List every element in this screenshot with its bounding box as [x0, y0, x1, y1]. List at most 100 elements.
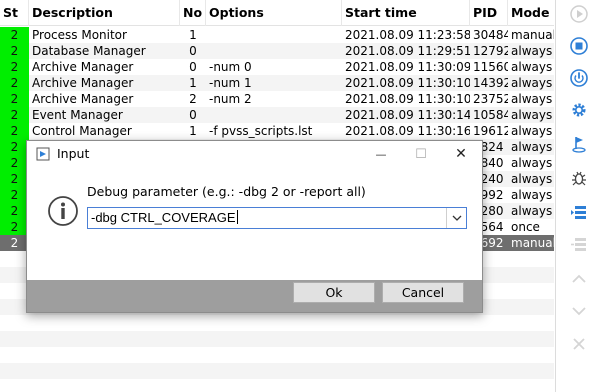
cell-no: 2: [189, 92, 197, 106]
cell-st: 2: [0, 187, 29, 203]
move-down-button[interactable]: [565, 297, 593, 325]
dialog-title-bar[interactable]: Input — ☐ ✕: [27, 141, 482, 167]
column-header-options[interactable]: Options: [206, 0, 342, 26]
cell-pid: 19612: [473, 124, 508, 138]
cell-mode: always: [511, 140, 553, 154]
column-header-mode[interactable]: Mode: [508, 0, 554, 26]
cell-no: 0: [189, 108, 197, 122]
cell-mode: always: [511, 156, 553, 170]
settings-button[interactable]: [565, 96, 593, 124]
cell-options: -num 0: [209, 60, 252, 74]
table-row[interactable]: 2 Event Manager 0 2021.08.09 11:30:14.5 1058…: [0, 107, 554, 123]
cell-description: Process Monitor: [32, 28, 127, 42]
prompt-label: Debug parameter (e.g.: -dbg 2 or -report…: [87, 184, 366, 199]
cell-st: 2: [0, 75, 29, 91]
cell-st: 2: [0, 91, 29, 107]
cell-st: 2: [0, 155, 29, 171]
list-remove-icon: [571, 238, 586, 251]
cell-options: [206, 43, 342, 59]
table-header: St Description No Options Start time PID…: [0, 0, 554, 26]
cell-pid: 10584: [473, 108, 508, 122]
cell-pid: 30484: [473, 28, 508, 42]
delete-icon: [573, 338, 585, 350]
cell-mode: always: [511, 124, 553, 138]
cell-st: 2: [0, 219, 29, 235]
table-row[interactable]: 2 Archive Manager 0 -num 0 2021.08.09 11:30:…: [0, 59, 554, 75]
cell-options: -num 1: [209, 76, 252, 90]
cell-options: [206, 107, 342, 123]
insert-button[interactable]: [565, 198, 593, 226]
table-row[interactable]: 2 Control Manager 1 -f pvss_scripts.lst 2021…: [0, 123, 554, 139]
cell-no: 1: [189, 28, 197, 42]
cell-options: -num 2: [209, 92, 252, 106]
minimize-icon: —: [375, 147, 387, 161]
cancel-button[interactable]: Cancel: [382, 282, 464, 303]
cell-pid: 14392: [473, 76, 508, 90]
cell-description: Archive Manager: [32, 60, 134, 74]
play-icon: [570, 5, 588, 23]
cell-mode: always: [511, 188, 553, 202]
empty-row: [0, 379, 554, 392]
cell-options: -f pvss_scripts.lst: [209, 124, 313, 138]
table-row[interactable]: 2 Archive Manager 2 -num 2 2021.08.09 11:30:…: [0, 91, 554, 107]
cell-st: 2: [0, 139, 29, 155]
move-up-button[interactable]: [565, 265, 593, 293]
cell-description: Control Manager: [32, 124, 132, 138]
cell-st: 2: [0, 107, 29, 123]
cell-start-time: 2021.08.09 11:30:10.0: [345, 76, 470, 90]
column-header-start-time[interactable]: Start time: [342, 0, 470, 26]
delete-button[interactable]: [565, 330, 593, 358]
maximize-button[interactable]: ☐: [401, 141, 441, 167]
cell-st: 2: [0, 171, 29, 187]
empty-row: [0, 363, 554, 379]
bug-debug-icon: [572, 171, 586, 186]
empty-row: [0, 347, 554, 363]
close-button[interactable]: ✕: [441, 141, 481, 167]
power-button[interactable]: [565, 64, 593, 92]
cell-start-time: 2021.08.09 11:23:58.8: [345, 28, 470, 42]
cell-pid: 23752: [473, 92, 508, 106]
cell-description: Event Manager: [32, 108, 123, 122]
cell-mode: always: [511, 60, 553, 74]
cell-start-time: 2021.08.09 11:29:51.5: [345, 44, 470, 58]
column-header-no[interactable]: No: [180, 0, 206, 26]
debug-parameter-value[interactable]: -dbg CTRL_COVERAGE: [91, 210, 236, 225]
flag-button[interactable]: [565, 130, 593, 158]
settings-gear-icon: [572, 103, 586, 117]
move-up-icon: [572, 274, 586, 283]
cell-description: Database Manager: [32, 44, 146, 58]
move-down-icon: [572, 307, 586, 316]
cell-description: Archive Manager: [32, 92, 134, 106]
text-cursor: [236, 210, 238, 224]
combobox-dropdown-button[interactable]: [446, 208, 466, 228]
table-row[interactable]: 2 Process Monitor 1 2021.08.09 11:23:58.8 30…: [0, 27, 554, 43]
cell-st: 2: [0, 27, 29, 43]
cell-no: 1: [189, 76, 197, 90]
cell-description: Archive Manager: [32, 76, 134, 90]
flag-icon: [572, 137, 586, 153]
start-button[interactable]: [565, 0, 593, 28]
column-header-st[interactable]: St: [0, 0, 29, 26]
column-header-pid[interactable]: PID: [470, 0, 508, 26]
cell-mode: always: [511, 76, 553, 90]
app-icon: [36, 147, 50, 161]
table-row[interactable]: 2 Database Manager 0 2021.08.09 11:29:51.5 1…: [0, 43, 554, 59]
cell-st: 2: [0, 203, 29, 219]
manager-toolbar: [555, 0, 601, 392]
ok-button[interactable]: Ok: [293, 282, 375, 303]
list-insert-icon: [571, 206, 586, 219]
column-header-description[interactable]: Description: [29, 0, 180, 26]
table-row[interactable]: 2 Archive Manager 1 -num 1 2021.08.09 11:30:…: [0, 75, 554, 91]
cell-st: 2: [0, 235, 29, 251]
remove-button[interactable]: [565, 230, 593, 258]
debug-parameter-combobox[interactable]: -dbg CTRL_COVERAGE: [87, 207, 467, 229]
cell-mode: always: [511, 172, 553, 186]
cell-no: 0: [189, 60, 197, 74]
stop-button[interactable]: [565, 32, 593, 60]
cell-st: 2: [0, 43, 29, 59]
debug-button[interactable]: [565, 164, 593, 192]
minimize-button[interactable]: —: [361, 141, 401, 167]
cell-st: 2: [0, 59, 29, 75]
maximize-icon: ☐: [415, 146, 427, 162]
dialog-body: Debug parameter (e.g.: -dbg 2 or -report…: [27, 167, 482, 280]
